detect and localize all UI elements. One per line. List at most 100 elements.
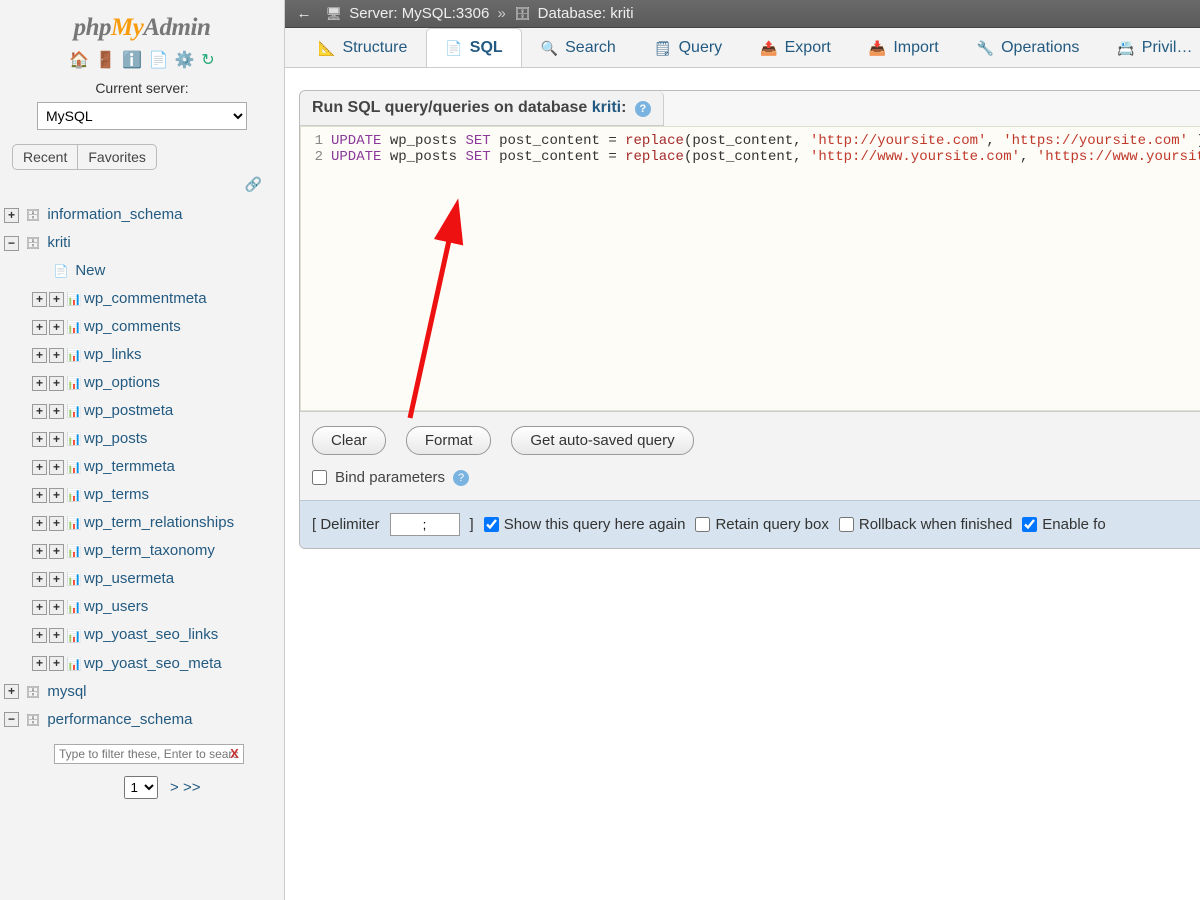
expand-icon[interactable]: +: [32, 516, 47, 531]
table-row: ++📊wp_usermeta: [32, 565, 280, 593]
tab-operations[interactable]: 🔧Operations: [958, 28, 1099, 67]
search-icon: 🔍: [541, 40, 558, 57]
logo-text-my: My: [111, 14, 143, 41]
expand-icon[interactable]: +: [49, 320, 64, 335]
database-crumb[interactable]: Database: kriti: [538, 5, 634, 22]
favorites-tab[interactable]: Favorites: [78, 145, 156, 169]
expand-icon[interactable]: +: [49, 292, 64, 307]
expand-icon[interactable]: +: [49, 348, 64, 363]
expand-icon[interactable]: +: [32, 544, 47, 559]
expand-icon[interactable]: +: [32, 432, 47, 447]
expand-icon[interactable]: +: [32, 292, 47, 307]
crumb-separator: »: [497, 5, 505, 22]
tab-import[interactable]: 📥Import: [850, 28, 958, 67]
editor-actions: Clear Format Get auto-saved query: [300, 411, 1200, 465]
expand-icon[interactable]: +: [32, 572, 47, 587]
expand-icon[interactable]: +: [49, 432, 64, 447]
next-page-link[interactable]: > >>: [170, 779, 200, 796]
current-server-select[interactable]: MySQL: [37, 102, 247, 130]
home-icon[interactable]: 🏠: [69, 52, 89, 69]
tab-structure[interactable]: 📐Structure: [299, 28, 426, 67]
back-button[interactable]: ←: [295, 5, 313, 22]
expand-icon[interactable]: +: [4, 684, 19, 699]
show-again-checkbox[interactable]: [484, 517, 499, 532]
table-icon: 📊: [66, 622, 82, 650]
show-again-option: Show this query here again: [484, 516, 686, 533]
expand-icon[interactable]: +: [32, 404, 47, 419]
table-icon: 📊: [66, 565, 82, 593]
link-icon[interactable]: 🔗: [245, 176, 262, 192]
query-icon: 🗒: [654, 40, 672, 57]
expand-icon[interactable]: +: [32, 320, 47, 335]
expand-icon[interactable]: +: [32, 376, 47, 391]
tab-sql[interactable]: 📄SQL: [426, 28, 521, 67]
clear-button[interactable]: Clear: [312, 426, 386, 455]
expand-icon[interactable]: +: [32, 348, 47, 363]
collapse-icon[interactable]: −: [4, 712, 19, 727]
retain-checkbox[interactable]: [695, 517, 710, 532]
settings-icon[interactable]: ⚙️: [175, 52, 195, 69]
expand-icon[interactable]: +: [32, 488, 47, 503]
retain-option: Retain query box: [695, 516, 828, 533]
new-table-link: + 📄 New: [32, 257, 280, 285]
reload-icon[interactable]: ↻: [201, 52, 214, 69]
line-number: 1: [301, 133, 331, 149]
db-link[interactable]: mysql: [47, 683, 86, 700]
database-icon: 🗄: [514, 6, 531, 21]
table-row: ++📊wp_posts: [32, 425, 280, 453]
server-crumb[interactable]: Server: MySQL:3306: [349, 5, 489, 22]
expand-icon[interactable]: +: [49, 572, 64, 587]
table-row: ++📊wp_options: [32, 369, 280, 397]
expand-icon[interactable]: +: [49, 628, 64, 643]
table-row: ++📊wp_termmeta: [32, 453, 280, 481]
help-icon[interactable]: ?: [453, 470, 469, 486]
table-row: ++📊wp_comments: [32, 313, 280, 341]
tab-privileges[interactable]: 📇Privil…: [1098, 28, 1200, 67]
info-icon[interactable]: ℹ️: [122, 52, 142, 69]
table-filter-input[interactable]: [54, 744, 244, 764]
enable-fk-checkbox[interactable]: [1022, 517, 1037, 532]
tab-search[interactable]: 🔍Search: [522, 28, 635, 67]
help-icon[interactable]: ?: [635, 101, 651, 117]
rollback-checkbox[interactable]: [839, 517, 854, 532]
table-icon: 📊: [66, 425, 82, 453]
collapse-icon[interactable]: −: [4, 236, 19, 251]
expand-icon[interactable]: +: [49, 656, 64, 671]
table-icon: 📊: [66, 341, 82, 369]
bind-params-checkbox[interactable]: [312, 470, 327, 485]
expand-icon[interactable]: +: [32, 460, 47, 475]
format-button[interactable]: Format: [406, 426, 492, 455]
clear-filter-icon[interactable]: X: [230, 746, 239, 761]
db-link[interactable]: performance_schema: [47, 711, 192, 728]
tab-query[interactable]: 🗒Query: [635, 28, 741, 67]
import-icon: 📥: [869, 40, 886, 57]
page-select[interactable]: 1: [124, 776, 158, 799]
expand-icon[interactable]: +: [49, 404, 64, 419]
expand-icon[interactable]: +: [49, 376, 64, 391]
db-link[interactable]: information_schema: [47, 206, 182, 223]
get-autosaved-button[interactable]: Get auto-saved query: [511, 426, 693, 455]
server-icon: 🖥: [326, 6, 343, 21]
tab-export[interactable]: 📤Export: [741, 28, 850, 67]
expand-icon[interactable]: +: [32, 628, 47, 643]
expand-icon[interactable]: +: [49, 600, 64, 615]
expand-icon[interactable]: +: [32, 600, 47, 615]
db-node-mysql: + 🗄 mysql: [4, 678, 280, 706]
expand-icon[interactable]: +: [49, 460, 64, 475]
table-icon: 📊: [66, 537, 82, 565]
export-icon: 📤: [760, 40, 777, 57]
db-node-kriti: − 🗄 kriti + 📄 New ++📊wp_commentmeta ++📊w…: [4, 229, 280, 678]
table-icon: 📊: [66, 397, 82, 425]
docs-icon[interactable]: 📄: [148, 52, 168, 69]
sql-query-editor[interactable]: 1 UPDATE wp_posts SET post_content = rep…: [300, 126, 1200, 411]
expand-icon[interactable]: +: [49, 488, 64, 503]
expand-icon[interactable]: +: [4, 208, 19, 223]
expand-icon[interactable]: +: [49, 544, 64, 559]
db-link[interactable]: kriti: [47, 234, 70, 251]
expand-icon[interactable]: +: [32, 656, 47, 671]
recent-tab[interactable]: Recent: [13, 145, 78, 169]
exit-icon[interactable]: 🚪: [96, 52, 116, 69]
delimiter-input[interactable]: [390, 513, 460, 536]
expand-icon[interactable]: +: [49, 516, 64, 531]
sql-panel: Run SQL query/queries on database kriti:…: [299, 90, 1200, 549]
